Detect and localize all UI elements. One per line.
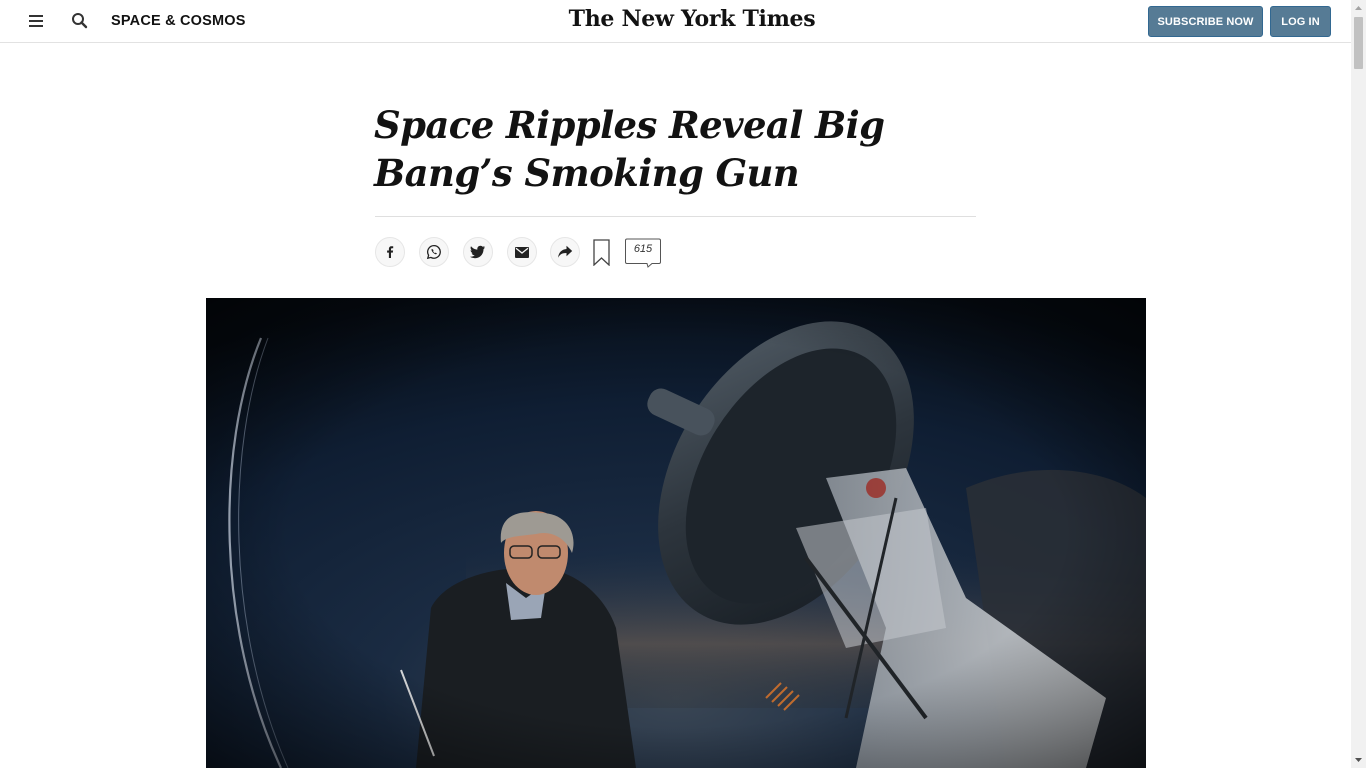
search-icon[interactable]: [70, 11, 90, 31]
bookmark-icon[interactable]: [592, 239, 611, 267]
facebook-icon: [383, 245, 397, 259]
facebook-share-button[interactable]: [375, 237, 405, 267]
scroll-up-arrow-icon[interactable]: [1351, 0, 1366, 17]
article-headline: Space Ripples Reveal Big Bang’s Smoking …: [374, 103, 885, 195]
comment-count: 615: [633, 243, 653, 255]
email-share-button[interactable]: [507, 237, 537, 267]
email-icon: [515, 246, 529, 258]
whatsapp-icon: [426, 244, 442, 260]
hamburger-menu-icon[interactable]: [26, 12, 46, 30]
comments-button[interactable]: 615: [625, 238, 662, 268]
headline-divider: [375, 216, 976, 217]
twitter-share-button[interactable]: [463, 237, 493, 267]
subscribe-now-button[interactable]: SUBSCRIBE NOW: [1148, 6, 1263, 37]
share-arrow-icon: [557, 245, 573, 259]
section-name-link[interactable]: SPACE & COSMOS: [111, 13, 246, 29]
scroll-down-arrow-icon[interactable]: [1351, 751, 1366, 768]
nyt-logo[interactable]: The New York Times: [560, 6, 824, 32]
top-navigation-bar: SPACE & COSMOS The New York Times SUBSCR…: [0, 0, 1351, 43]
page-scrollbar[interactable]: [1351, 0, 1366, 768]
twitter-icon: [470, 245, 486, 259]
log-in-button[interactable]: LOG IN: [1270, 6, 1331, 37]
lead-photo[interactable]: [206, 298, 1146, 768]
whatsapp-share-button[interactable]: [419, 237, 449, 267]
scrollbar-thumb[interactable]: [1354, 17, 1363, 69]
more-share-button[interactable]: [550, 237, 580, 267]
